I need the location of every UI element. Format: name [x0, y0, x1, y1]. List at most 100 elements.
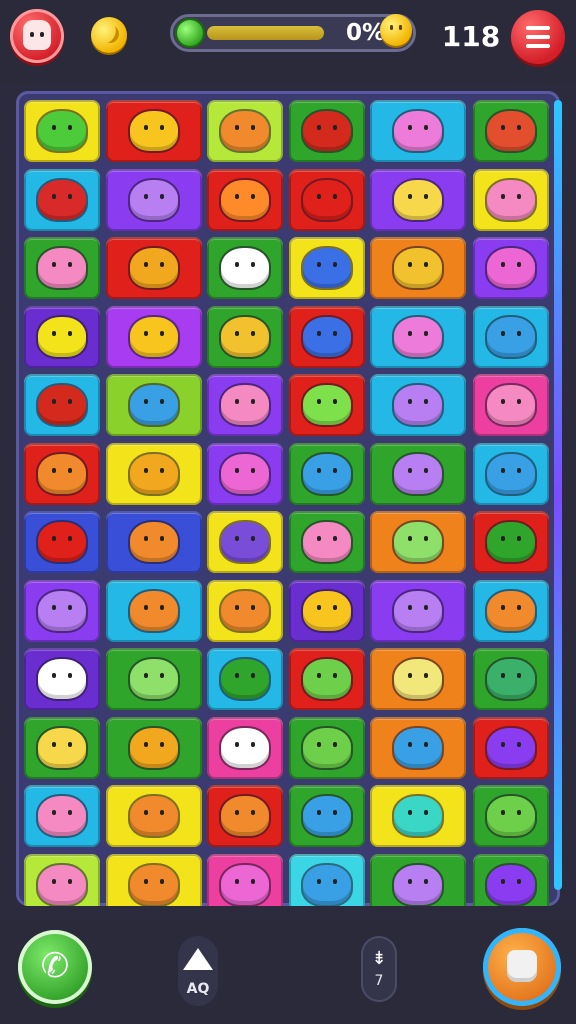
- board-tile[interactable]: [207, 785, 283, 847]
- creature-icon: [487, 865, 535, 905]
- creature-icon: [303, 796, 351, 836]
- board-tile[interactable]: [207, 100, 283, 162]
- board-tile[interactable]: [370, 785, 466, 847]
- board-tile[interactable]: [24, 717, 100, 779]
- board-tile[interactable]: [370, 717, 466, 779]
- board-tile[interactable]: [207, 580, 283, 642]
- board-tile[interactable]: [473, 306, 549, 368]
- board-tile[interactable]: [289, 511, 365, 573]
- board-tile[interactable]: [289, 100, 365, 162]
- up-button[interactable]: AQ: [178, 936, 218, 1006]
- board-tile[interactable]: [207, 511, 283, 573]
- scrollbar[interactable]: [554, 100, 562, 890]
- board-tile[interactable]: [289, 580, 365, 642]
- creature-icon: [487, 111, 535, 151]
- board-tile[interactable]: [370, 511, 466, 573]
- board-tile[interactable]: [207, 169, 283, 231]
- board-tile[interactable]: [473, 717, 549, 779]
- board-tile[interactable]: [370, 580, 466, 642]
- board-tile[interactable]: [289, 374, 365, 436]
- board-tile[interactable]: [370, 854, 466, 906]
- board-tile[interactable]: [24, 511, 100, 573]
- creature-icon: [130, 522, 178, 562]
- board-tile[interactable]: [473, 100, 549, 162]
- board-tile[interactable]: [106, 511, 202, 573]
- board-tile[interactable]: [473, 169, 549, 231]
- board-tile[interactable]: [24, 443, 100, 505]
- board-tile[interactable]: [370, 374, 466, 436]
- board-tile[interactable]: [289, 306, 365, 368]
- board-tile[interactable]: [106, 237, 202, 299]
- board-tile[interactable]: [289, 717, 365, 779]
- board-tile[interactable]: [370, 237, 466, 299]
- board-tile[interactable]: [473, 374, 549, 436]
- board-tile[interactable]: [24, 854, 100, 906]
- board-tile[interactable]: [207, 443, 283, 505]
- board-tile[interactable]: [24, 169, 100, 231]
- board-tile[interactable]: [24, 237, 100, 299]
- board-tile[interactable]: [24, 580, 100, 642]
- board-tile[interactable]: [24, 785, 100, 847]
- creature-icon: [487, 728, 535, 768]
- board-tile[interactable]: [289, 648, 365, 710]
- creature-icon: [487, 385, 535, 425]
- board-tile[interactable]: [207, 717, 283, 779]
- board-tile[interactable]: [106, 374, 202, 436]
- bottom-bar: AQ ⇟ 7: [0, 920, 576, 1024]
- bag-button[interactable]: [483, 928, 561, 1006]
- down-button[interactable]: ⇟ 7: [361, 936, 397, 1002]
- board-tile[interactable]: [289, 854, 365, 906]
- board-tile[interactable]: [207, 374, 283, 436]
- board-tile[interactable]: [473, 580, 549, 642]
- board-tile[interactable]: [207, 237, 283, 299]
- board-tile[interactable]: [289, 443, 365, 505]
- board-tile[interactable]: [473, 854, 549, 906]
- board-tile[interactable]: [370, 443, 466, 505]
- board-tile[interactable]: [473, 511, 549, 573]
- board-tile[interactable]: [207, 306, 283, 368]
- board-tile[interactable]: [106, 100, 202, 162]
- board-tile[interactable]: [106, 717, 202, 779]
- board-tile[interactable]: [106, 443, 202, 505]
- board-tile[interactable]: [473, 648, 549, 710]
- board-tile[interactable]: [370, 648, 466, 710]
- board-tile[interactable]: [289, 785, 365, 847]
- creature-icon: [394, 454, 442, 494]
- board-tile[interactable]: [473, 237, 549, 299]
- menu-line: [526, 44, 550, 48]
- board-tile[interactable]: [473, 443, 549, 505]
- board-tile[interactable]: [24, 306, 100, 368]
- board-tile[interactable]: [24, 374, 100, 436]
- creature-icon: [130, 111, 178, 151]
- menu-button[interactable]: [511, 10, 565, 64]
- creature-icon: [487, 591, 535, 631]
- board-tile[interactable]: [370, 100, 466, 162]
- board-tile[interactable]: [106, 854, 202, 906]
- board-tile[interactable]: [24, 648, 100, 710]
- creature-icon: [38, 865, 86, 905]
- up-label: AQ: [186, 981, 210, 997]
- creature-icon: [394, 591, 442, 631]
- board-tile[interactable]: [370, 169, 466, 231]
- board-tile[interactable]: [106, 648, 202, 710]
- board-tile[interactable]: [207, 648, 283, 710]
- coin-icon[interactable]: [91, 17, 127, 53]
- menu-line: [526, 26, 550, 30]
- board-tile[interactable]: [24, 100, 100, 162]
- board-tile[interactable]: [106, 306, 202, 368]
- board-tile[interactable]: [106, 169, 202, 231]
- board-tile[interactable]: [473, 785, 549, 847]
- down-label: 7: [374, 973, 384, 989]
- avatar-button[interactable]: [10, 9, 64, 63]
- board-tile[interactable]: [106, 785, 202, 847]
- avatar-icon: [23, 20, 51, 50]
- creature-icon: [38, 454, 86, 494]
- board-tile[interactable]: [370, 306, 466, 368]
- phone-button[interactable]: [18, 930, 92, 1004]
- board-tile[interactable]: [289, 169, 365, 231]
- board-tile[interactable]: [289, 237, 365, 299]
- scrollbar-thumb[interactable]: [554, 100, 562, 890]
- board-tile[interactable]: [207, 854, 283, 906]
- creature-icon: [38, 248, 86, 288]
- board-tile[interactable]: [106, 580, 202, 642]
